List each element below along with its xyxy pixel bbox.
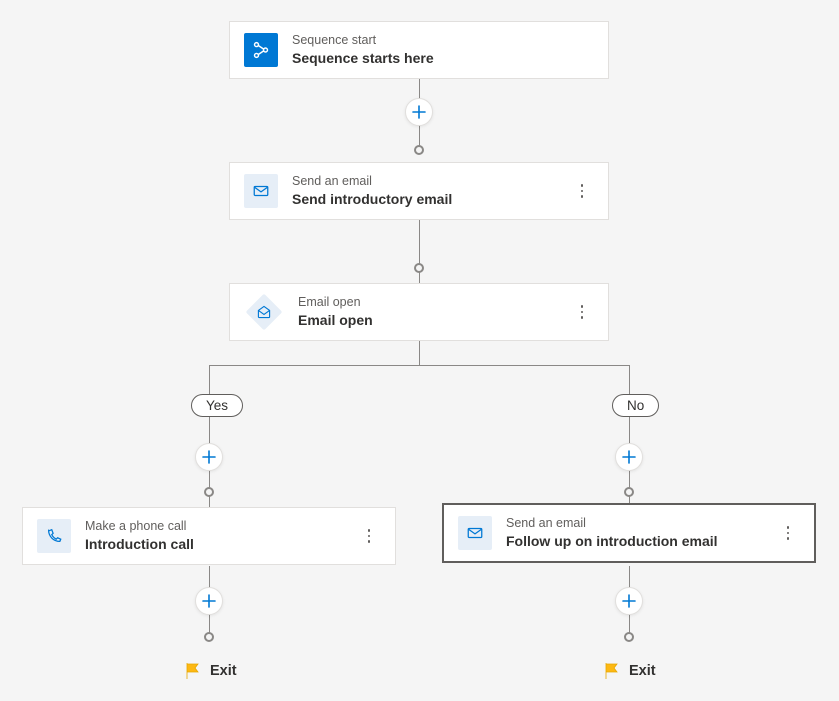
connector-line [419, 341, 420, 366]
connector-node [414, 263, 424, 273]
connector-line [209, 365, 629, 366]
connector-node [624, 632, 634, 642]
add-step-button[interactable] [615, 443, 643, 471]
node-title: Sequence starts here [292, 49, 594, 68]
exit-text: Exit [210, 663, 237, 679]
connector-line [419, 219, 420, 283]
condition-node[interactable]: Email open Email open [229, 283, 609, 341]
phone-call-node[interactable]: Make a phone call Introduction call [22, 507, 396, 565]
exit-label: Exit [603, 662, 656, 680]
exit-label: Exit [184, 662, 237, 680]
branch-no-pill[interactable]: No [612, 394, 659, 417]
send-email-node-selected[interactable]: Send an email Follow up on introduction … [442, 503, 816, 563]
node-type-label: Send an email [292, 173, 556, 190]
add-step-button[interactable] [195, 587, 223, 615]
add-step-button[interactable] [615, 587, 643, 615]
connector-node [204, 632, 214, 642]
node-type-label: Send an email [506, 515, 762, 532]
email-icon [458, 516, 492, 550]
node-title: Introduction call [85, 535, 343, 554]
more-options-button[interactable] [776, 519, 800, 547]
more-options-button[interactable] [570, 298, 594, 326]
sequence-start-icon [244, 33, 278, 67]
node-title: Email open [298, 311, 556, 330]
node-type-label: Email open [298, 294, 556, 311]
connector-line [209, 365, 210, 507]
connector-node [414, 145, 424, 155]
flag-icon [603, 662, 621, 680]
node-title: Send introductory email [292, 190, 556, 209]
flag-icon [184, 662, 202, 680]
node-type-label: Sequence start [292, 32, 594, 49]
email-open-icon [246, 293, 283, 330]
connector-node [624, 487, 634, 497]
add-step-button[interactable] [405, 98, 433, 126]
node-type-label: Make a phone call [85, 518, 343, 535]
sequence-start-node[interactable]: Sequence start Sequence starts here [229, 21, 609, 79]
connector-node [204, 487, 214, 497]
phone-icon [37, 519, 71, 553]
sequence-canvas: Sequence start Sequence starts here Send… [0, 0, 839, 701]
email-icon [244, 174, 278, 208]
more-options-button[interactable] [357, 522, 381, 550]
more-options-button[interactable] [570, 177, 594, 205]
add-step-button[interactable] [195, 443, 223, 471]
send-email-node[interactable]: Send an email Send introductory email [229, 162, 609, 220]
node-title: Follow up on introduction email [506, 532, 762, 551]
connector-line [629, 365, 630, 507]
branch-yes-pill[interactable]: Yes [191, 394, 243, 417]
exit-text: Exit [629, 663, 656, 679]
